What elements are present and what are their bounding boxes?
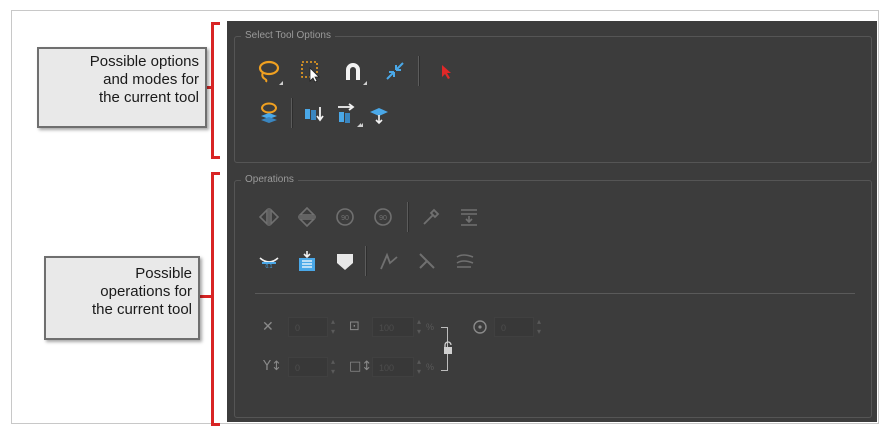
height-spinner[interactable]: ▴ ▾ bbox=[417, 357, 425, 377]
bring-to-front-button[interactable] bbox=[301, 99, 329, 127]
cut-button[interactable] bbox=[413, 247, 441, 275]
operations-connector bbox=[198, 295, 214, 298]
select-marquee-button[interactable] bbox=[297, 57, 325, 85]
select-by-color-button[interactable] bbox=[433, 57, 461, 85]
x-field-icon: ✕ bbox=[262, 319, 274, 335]
rotate-cw-button[interactable]: 90 bbox=[331, 203, 359, 231]
distribute-icon bbox=[461, 209, 477, 226]
snap-menu-indicator bbox=[363, 81, 367, 85]
operations-divider bbox=[255, 293, 855, 294]
options-callout-line: Possible options bbox=[89, 53, 199, 70]
width-input[interactable]: 100 bbox=[372, 317, 414, 337]
shrink-arrows-icon bbox=[386, 62, 404, 80]
distribute-button[interactable] bbox=[455, 203, 483, 231]
eyedropper-icon bbox=[423, 208, 440, 225]
angle-input[interactable]: 0 bbox=[494, 317, 534, 337]
toolbar-separator bbox=[407, 202, 409, 232]
smooth-button[interactable]: 0.1 bbox=[255, 247, 283, 275]
operations-title: Operations bbox=[241, 173, 298, 187]
optimize-icon bbox=[456, 254, 474, 268]
toolbar-separator bbox=[291, 98, 293, 128]
snap-button[interactable] bbox=[339, 57, 367, 85]
flatten-button[interactable] bbox=[359, 99, 393, 127]
bring-to-front-icon bbox=[305, 107, 324, 122]
lasso-button[interactable] bbox=[255, 57, 283, 85]
lasso-menu-indicator bbox=[279, 81, 283, 85]
marquee-select-icon bbox=[301, 61, 320, 83]
send-forward-button[interactable] bbox=[333, 99, 361, 127]
y-spinner[interactable]: ▴ ▾ bbox=[331, 357, 339, 377]
options-callout-line: the current tool bbox=[98, 89, 199, 106]
width-field-icon: ⊡ bbox=[349, 319, 360, 334]
lasso-layers-icon bbox=[261, 102, 277, 123]
rotate-ccw-90-icon: 90 bbox=[374, 208, 392, 226]
height-input[interactable]: 100 bbox=[372, 357, 414, 377]
adjust-contour-icon bbox=[380, 252, 398, 270]
snap-magnet-icon bbox=[346, 63, 360, 80]
arrow-shape-button[interactable] bbox=[331, 247, 359, 275]
y-input[interactable]: 0 bbox=[288, 357, 328, 377]
x-input[interactable]: 0 bbox=[288, 317, 328, 337]
flatten-icon bbox=[370, 108, 388, 125]
flip-horizontal-button[interactable] bbox=[255, 203, 283, 231]
lasso-layers-button[interactable] bbox=[255, 99, 283, 127]
flip-horizontal-icon bbox=[258, 208, 280, 226]
toolbar-separator bbox=[418, 56, 420, 86]
y-field-icon: Y↕ bbox=[263, 359, 282, 374]
operations-callout-line: the current tool bbox=[91, 301, 192, 318]
svg-text:90: 90 bbox=[379, 215, 387, 222]
flip-vertical-button[interactable] bbox=[293, 203, 321, 231]
create-matte-icon bbox=[299, 251, 315, 271]
svg-text:0.1: 0.1 bbox=[266, 264, 273, 270]
red-arrow-cursor-icon bbox=[442, 65, 451, 79]
arrow-shape-icon bbox=[337, 254, 353, 270]
operations-bracket bbox=[211, 172, 220, 426]
flip-vertical-icon bbox=[298, 206, 316, 228]
svg-text:90: 90 bbox=[341, 215, 349, 222]
select-tool-options-title: Select Tool Options bbox=[241, 29, 335, 43]
create-matte-button[interactable] bbox=[293, 247, 321, 275]
aspect-lock-icon[interactable] bbox=[443, 341, 453, 355]
x-spinner[interactable]: ▴ ▾ bbox=[331, 317, 339, 337]
cut-icon bbox=[419, 253, 435, 269]
tool-properties-panel: Select Tool Options Operations 90 90 0.1… bbox=[227, 21, 877, 422]
height-field-icon: □↕ bbox=[349, 359, 373, 374]
options-callout-line: and modes for bbox=[103, 71, 199, 88]
optimize-button[interactable] bbox=[451, 247, 479, 275]
angle-spinner[interactable]: ▴ ▾ bbox=[537, 317, 545, 337]
send-forward-icon bbox=[338, 103, 355, 123]
operations-callout-line: Possible bbox=[135, 265, 192, 282]
angle-field-icon bbox=[471, 317, 489, 337]
transform-button[interactable] bbox=[381, 57, 409, 85]
operations-callout: Possible operations for the current tool bbox=[44, 256, 200, 340]
rotate-ccw-button[interactable]: 90 bbox=[369, 203, 397, 231]
options-bracket bbox=[211, 22, 220, 159]
flatten-menu-indicator bbox=[359, 123, 363, 127]
height-unit: % bbox=[426, 362, 435, 372]
rotate-cw-90-icon: 90 bbox=[336, 208, 354, 226]
width-spinner[interactable]: ▴ ▾ bbox=[417, 317, 425, 337]
operations-callout-line: operations for bbox=[100, 283, 192, 300]
toolbar-separator bbox=[365, 246, 367, 276]
operations-group: Operations 90 90 0.1 ✕ 0 ▴ ▾ Y↕ 0 ▴ ▾ ⊡ … bbox=[234, 173, 872, 418]
eyedropper-button[interactable] bbox=[417, 203, 445, 231]
width-unit: % bbox=[426, 322, 435, 332]
select-tool-options-group: Select Tool Options bbox=[234, 29, 872, 163]
adjust-contour-button[interactable] bbox=[375, 247, 403, 275]
lasso-icon bbox=[258, 60, 280, 83]
options-callout: Possible options and modes for the curre… bbox=[37, 47, 207, 128]
smooth-curve-icon: 0.1 bbox=[259, 257, 279, 270]
